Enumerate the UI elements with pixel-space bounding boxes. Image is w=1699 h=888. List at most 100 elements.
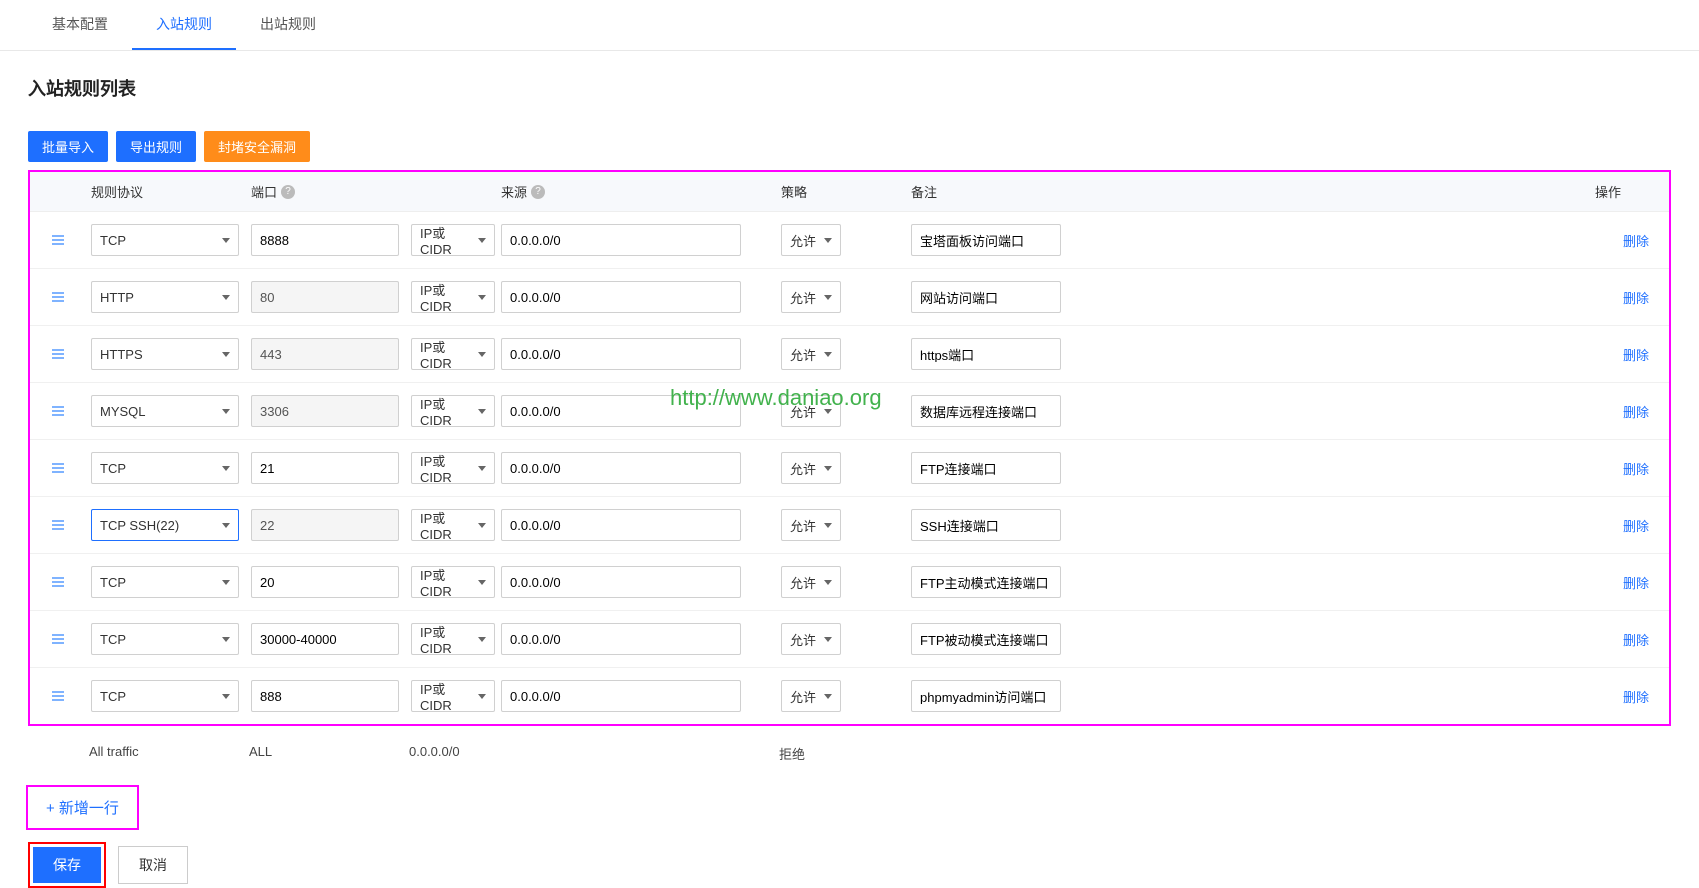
help-icon[interactable]: ?	[531, 185, 545, 199]
protocol-select[interactable]: TCP SSH(22)	[91, 509, 239, 541]
delete-link[interactable]: 删除	[1623, 519, 1649, 534]
source-type-select[interactable]: IP或CIDR	[411, 452, 495, 484]
protocol-select[interactable]: HTTP	[91, 281, 239, 313]
source-type-select[interactable]: IP或CIDR	[411, 623, 495, 655]
protocol-select[interactable]: HTTPS	[91, 338, 239, 370]
delete-link[interactable]: 删除	[1623, 234, 1649, 249]
col-source: 来源 ?	[495, 182, 775, 201]
chevron-down-icon	[478, 295, 486, 300]
delete-link[interactable]: 删除	[1623, 405, 1649, 420]
static-protocol: All traffic	[83, 744, 243, 763]
remark-input[interactable]	[911, 338, 1061, 370]
chevron-down-icon	[824, 466, 832, 471]
remark-input[interactable]	[911, 623, 1061, 655]
policy-select[interactable]: 允许	[781, 281, 841, 313]
static-policy: 拒绝	[773, 744, 1671, 763]
remark-input[interactable]	[911, 452, 1061, 484]
batch-import-button[interactable]: 批量导入	[28, 131, 108, 162]
source-input[interactable]	[501, 452, 741, 484]
source-type-select[interactable]: IP或CIDR	[411, 224, 495, 256]
export-rules-button[interactable]: 导出规则	[116, 131, 196, 162]
drag-icon[interactable]	[50, 289, 66, 305]
source-input[interactable]	[501, 281, 741, 313]
delete-link[interactable]: 删除	[1623, 291, 1649, 306]
chevron-down-icon	[478, 580, 486, 585]
policy-select[interactable]: 允许	[781, 224, 841, 256]
source-type-select[interactable]: IP或CIDR	[411, 566, 495, 598]
policy-select[interactable]: 允许	[781, 395, 841, 427]
source-input[interactable]	[501, 566, 741, 598]
drag-icon[interactable]	[50, 403, 66, 419]
source-input[interactable]	[501, 338, 741, 370]
protocol-select[interactable]: TCP	[91, 623, 239, 655]
drag-icon[interactable]	[50, 631, 66, 647]
remark-input[interactable]	[911, 680, 1061, 712]
policy-select[interactable]: 允许	[781, 680, 841, 712]
drag-icon[interactable]	[50, 517, 66, 533]
remark-input[interactable]	[911, 224, 1061, 256]
delete-link[interactable]: 删除	[1623, 633, 1649, 648]
chevron-down-icon	[478, 466, 486, 471]
protocol-select[interactable]: TCP	[91, 452, 239, 484]
cancel-button[interactable]: 取消	[118, 846, 188, 884]
remark-input[interactable]	[911, 566, 1061, 598]
policy-select[interactable]: 允许	[781, 338, 841, 370]
static-port: ALL	[243, 744, 403, 763]
col-protocol: 规则协议	[85, 182, 245, 201]
protocol-select[interactable]: TCP	[91, 566, 239, 598]
source-input[interactable]	[501, 680, 741, 712]
tab-outbound[interactable]: 出站规则	[236, 0, 340, 50]
drag-icon[interactable]	[50, 574, 66, 590]
save-button[interactable]: 保存	[33, 847, 101, 883]
policy-select[interactable]: 允许	[781, 623, 841, 655]
remark-input[interactable]	[911, 395, 1061, 427]
col-op: 操作	[1589, 182, 1669, 201]
policy-select[interactable]: 允许	[781, 566, 841, 598]
remark-input[interactable]	[911, 509, 1061, 541]
delete-link[interactable]: 删除	[1623, 348, 1649, 363]
delete-link[interactable]: 删除	[1623, 690, 1649, 705]
port-input[interactable]	[251, 680, 399, 712]
block-vuln-button[interactable]: 封堵安全漏洞	[204, 131, 310, 162]
source-input[interactable]	[501, 623, 741, 655]
policy-select[interactable]: 允许	[781, 452, 841, 484]
tab-inbound[interactable]: 入站规则	[132, 0, 236, 50]
source-type-select[interactable]: IP或CIDR	[411, 509, 495, 541]
drag-icon[interactable]	[50, 346, 66, 362]
source-type-select[interactable]: IP或CIDR	[411, 338, 495, 370]
tab-basic[interactable]: 基本配置	[28, 0, 132, 50]
chevron-down-icon	[222, 466, 230, 471]
source-input[interactable]	[501, 509, 741, 541]
col-remark: 备注	[905, 182, 1405, 201]
protocol-select[interactable]: MYSQL	[91, 395, 239, 427]
port-input[interactable]	[251, 623, 399, 655]
protocol-select[interactable]: TCP	[91, 680, 239, 712]
protocol-select[interactable]: TCP	[91, 224, 239, 256]
static-source: 0.0.0.0/0	[403, 744, 773, 763]
chevron-down-icon	[478, 637, 486, 642]
help-icon[interactable]: ?	[281, 185, 295, 199]
chevron-down-icon	[824, 238, 832, 243]
delete-link[interactable]: 删除	[1623, 462, 1649, 477]
delete-link[interactable]: 删除	[1623, 576, 1649, 591]
remark-input[interactable]	[911, 281, 1061, 313]
source-type-select[interactable]: IP或CIDR	[411, 281, 495, 313]
table-row: MYSQL IP或CIDR 允许	[30, 383, 1669, 440]
chevron-down-icon	[824, 295, 832, 300]
port-input[interactable]	[251, 224, 399, 256]
source-input[interactable]	[501, 395, 741, 427]
source-type-select[interactable]: IP或CIDR	[411, 395, 495, 427]
table-row: TCP IP或CIDR 允许 删	[30, 212, 1669, 269]
drag-icon[interactable]	[50, 232, 66, 248]
col-port: 端口 ?	[245, 182, 405, 201]
drag-icon[interactable]	[50, 688, 66, 704]
drag-icon[interactable]	[50, 460, 66, 476]
source-input[interactable]	[501, 224, 741, 256]
policy-select[interactable]: 允许	[781, 509, 841, 541]
port-input[interactable]	[251, 452, 399, 484]
add-row-link[interactable]: + 新增一行	[46, 800, 119, 817]
port-input[interactable]	[251, 566, 399, 598]
source-type-select[interactable]: IP或CIDR	[411, 680, 495, 712]
table-row: TCP IP或CIDR 允许 删	[30, 440, 1669, 497]
table-row: HTTP IP或CIDR 允许	[30, 269, 1669, 326]
